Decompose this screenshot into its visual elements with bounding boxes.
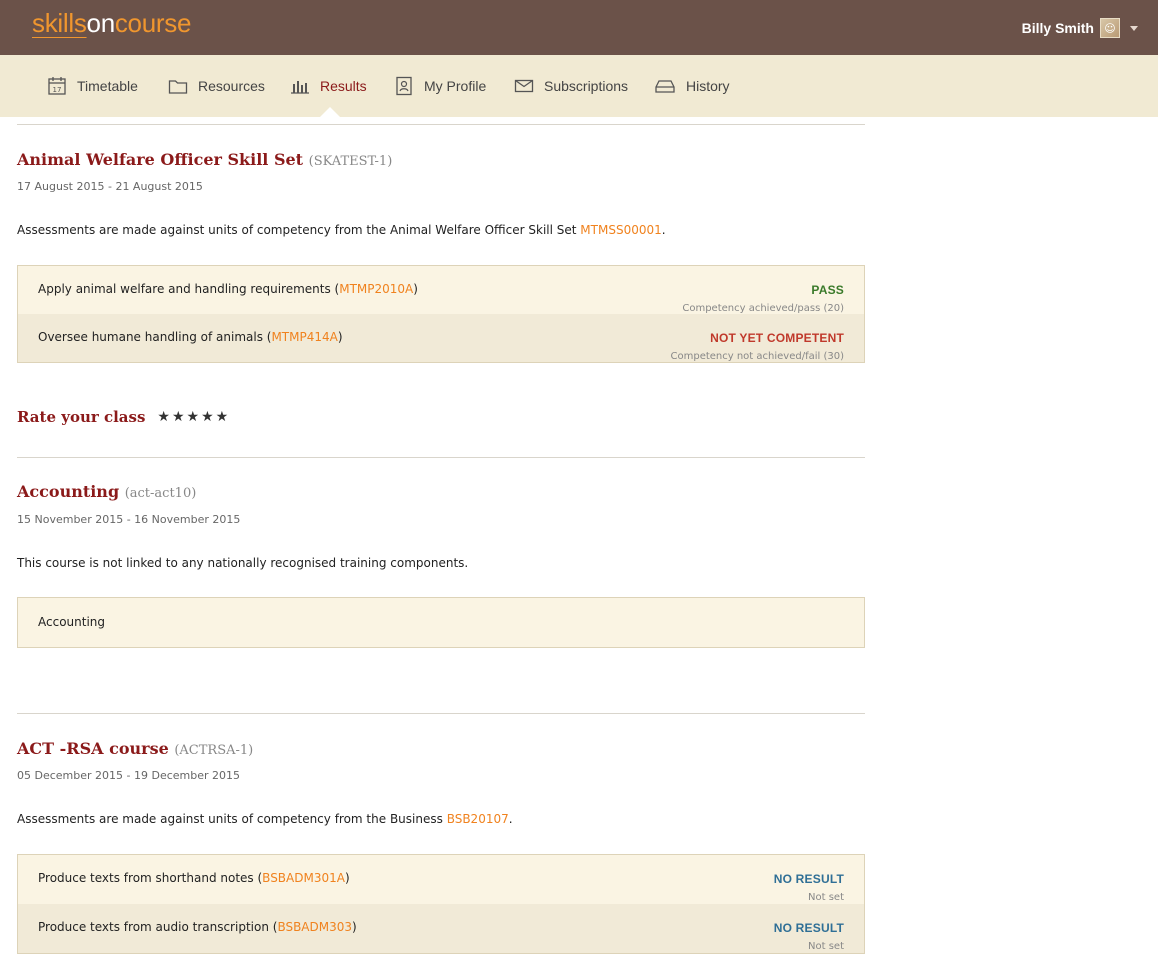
tab-my-profile[interactable]: My Profile	[394, 75, 486, 97]
unit-name-close: )	[352, 920, 357, 934]
tab-history[interactable]: History	[654, 75, 730, 97]
svg-text:17: 17	[53, 86, 62, 94]
result-detail: Not set	[808, 941, 844, 952]
table-row: Produce texts from audio transcription (…	[18, 904, 864, 953]
course-description: Assessments are made against units of co…	[17, 223, 666, 237]
bar-chart-icon	[291, 81, 309, 94]
course-dates: 05 December 2015 - 19 December 2015	[17, 769, 241, 782]
user-menu[interactable]: Billy Smith ☺	[1022, 16, 1138, 40]
chevron-down-icon[interactable]	[1130, 25, 1138, 31]
result-detail: Competency not achieved/fail (30)	[670, 351, 845, 362]
course-code: (SKATEST-1)	[308, 154, 393, 169]
inbox-icon	[655, 80, 675, 93]
logo-part-skills: skills	[32, 8, 87, 38]
tab-results[interactable]: Results	[290, 75, 367, 97]
course-description: Assessments are made against units of co…	[17, 812, 513, 826]
tab-subscriptions[interactable]: Subscriptions	[514, 75, 628, 97]
rate-label: Rate your class	[17, 408, 146, 426]
description-text: Assessments are made against units of co…	[17, 812, 447, 826]
units-table: Produce texts from shorthand notes (BSBA…	[17, 854, 865, 954]
description-suffix: .	[661, 223, 666, 237]
result-badge: NO RESULT	[773, 921, 844, 935]
result-badge: PASS	[811, 283, 844, 297]
star-rating[interactable]: ★★★★★	[157, 409, 230, 425]
unit-name: Produce texts from shorthand notes (	[38, 871, 263, 885]
table-row: Produce texts from shorthand notes (BSBA…	[18, 855, 864, 904]
result-badge: NO RESULT	[773, 872, 844, 886]
rate-class: Rate your class ★★★★★	[17, 408, 230, 426]
course-title-text: Accounting	[17, 482, 120, 501]
unit-name-close: )	[337, 330, 343, 344]
course-title: ACT -RSA course (ACTRSA-1)	[17, 739, 253, 758]
tab-label: History	[686, 78, 730, 94]
course-title-text: Animal Welfare Officer Skill Set	[17, 150, 304, 169]
main-nav: 17 Timetable Resources Results My Profil…	[0, 55, 1158, 117]
top-bar: skillsoncourse Billy Smith ☺	[0, 0, 1158, 55]
profile-icon	[396, 76, 412, 96]
envelope-icon	[514, 79, 534, 93]
logo[interactable]: skillsoncourse	[32, 8, 191, 39]
table-row: Oversee humane handling of animals (MTMP…	[18, 314, 864, 362]
table-row: Apply animal welfare and handling requir…	[18, 266, 864, 314]
tab-label: Resources	[198, 78, 265, 94]
course-description: This course is not linked to any nationa…	[17, 556, 469, 570]
tab-label: My Profile	[424, 78, 487, 94]
folder-icon	[168, 80, 188, 94]
result-detail: Competency achieved/pass (20)	[682, 303, 844, 314]
course-code: (ACTRSA-1)	[174, 743, 254, 758]
unit-name: Apply animal welfare and handling requir…	[38, 282, 340, 296]
divider	[17, 713, 865, 714]
calendar-icon: 17	[48, 77, 66, 95]
unit-code-link[interactable]: MTMP414A	[271, 330, 337, 344]
tab-label: Timetable	[77, 78, 138, 94]
result-badge: NOT YET COMPETENT	[710, 331, 844, 345]
avatar: ☺	[1100, 18, 1120, 38]
logo-part-course: course	[114, 8, 192, 38]
divider	[17, 124, 865, 125]
qualification-link[interactable]: BSB20107	[447, 812, 509, 826]
unit-name: Oversee humane handling of animals (	[38, 330, 272, 344]
unit-name-close: )	[413, 282, 418, 296]
course-dates: 15 November 2015 - 16 November 2015	[17, 513, 241, 526]
qualification-link[interactable]: MTMSS00001	[580, 223, 661, 237]
unit-code-link[interactable]: BSBADM301A	[262, 871, 345, 885]
course-title: Accounting (act-act10)	[17, 482, 196, 501]
active-tab-pointer	[320, 107, 340, 117]
result-detail: Not set	[808, 892, 844, 903]
unit-code-link[interactable]: BSBADM303	[277, 920, 352, 934]
divider	[17, 457, 865, 458]
tab-resources[interactable]: Resources	[168, 75, 265, 97]
logo-part-on: on	[86, 8, 116, 38]
unit-code-link[interactable]: MTMP2010A	[339, 282, 413, 296]
course-dates: 17 August 2015 - 21 August 2015	[17, 180, 203, 193]
unit-name: Produce texts from audio transcription (	[38, 920, 278, 934]
description-suffix: .	[508, 812, 513, 826]
unit-name-close: )	[344, 871, 350, 885]
description-text: Assessments are made against units of co…	[17, 223, 581, 237]
tab-label: Results	[320, 78, 367, 94]
user-name: Billy Smith	[1021, 20, 1094, 36]
unit-name: Accounting	[38, 615, 106, 629]
course-title: Animal Welfare Officer Skill Set (SKATES…	[17, 150, 392, 169]
tab-label: Subscriptions	[544, 78, 629, 94]
course-title-text: ACT -RSA course	[17, 739, 169, 758]
table-row: Accounting	[18, 598, 864, 647]
tab-timetable[interactable]: 17 Timetable	[47, 75, 138, 97]
units-table: Apply animal welfare and handling requir…	[17, 265, 865, 363]
units-table: Accounting	[17, 597, 865, 648]
course-code: (act-act10)	[124, 486, 197, 501]
